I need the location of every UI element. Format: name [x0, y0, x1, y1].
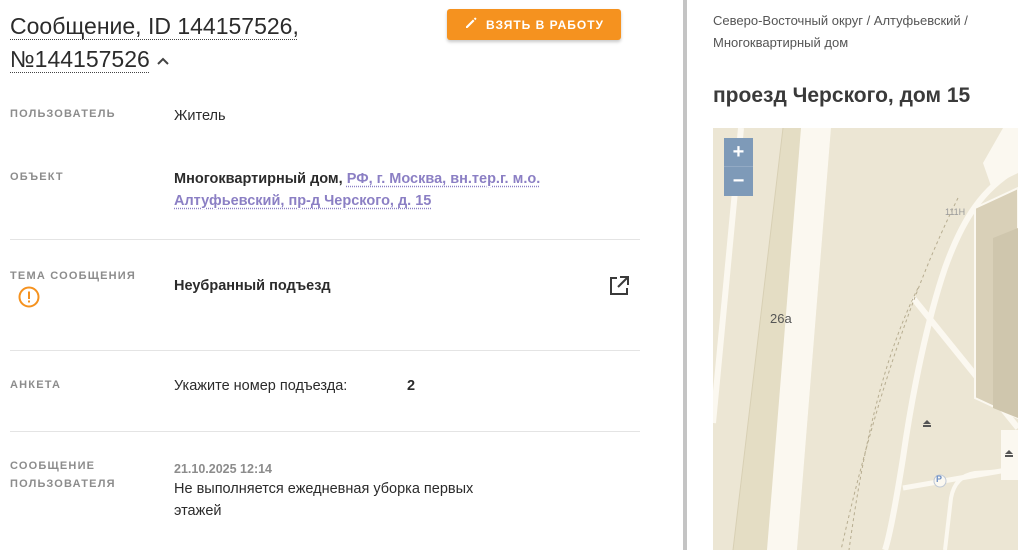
topic-row: ТЕМА СООБЩЕНИЯ Неубранный подъезд [10, 267, 640, 323]
object-row: ОБЪЕКТ Многоквартирный дом, РФ, г. Москв… [10, 168, 640, 214]
breadcrumb-line1: Северо-Восточный округ / Алтуфьевский / [713, 13, 968, 28]
message-label-line1: СООБЩЕНИЕ [10, 460, 96, 472]
user-label: ПОЛЬЗОВАТЕЛЬ [10, 108, 116, 120]
divider [10, 239, 640, 240]
map-label-parking: P [936, 474, 943, 484]
object-address-link-line2[interactable]: Алтуфьевский, пр-д Черского, д. 15 [174, 193, 431, 209]
address-title: проезд Черского, дом 15 [713, 84, 971, 107]
map-label-road: 111Н [945, 207, 966, 217]
zoom-in-button[interactable]: + [724, 138, 753, 167]
map-label-building: 26а [770, 311, 792, 326]
divider [10, 431, 640, 432]
chevron-up-icon[interactable] [156, 42, 170, 75]
message-text-line1: Не выполняется ежедневная уборка первых [174, 481, 474, 497]
page-title: Сообщение, ID 144157526, №144157526 [10, 10, 430, 76]
object-side-panel: Северо-Восточный округ / Алтуфьевский / … [687, 0, 1018, 550]
survey-row: АНКЕТА Укажите номер подъезда: 2 [10, 376, 640, 402]
title-id-text: Сообщение, ID 144157526, [10, 13, 299, 39]
object-type: Многоквартирный дом, [174, 171, 343, 187]
message-text-line2: этажей [174, 503, 222, 519]
title-line-2: №144157526 [10, 43, 430, 76]
object-label: ОБЪЕКТ [10, 171, 64, 183]
message-label-line2: ПОЛЬЗОВАТЕЛЯ [10, 478, 116, 490]
exclamation-circle-icon [18, 286, 40, 313]
message-row: СООБЩЕНИЕ ПОЛЬЗОВАТЕЛЯ 21.10.2025 12:14 … [10, 457, 640, 537]
message-page: Сообщение, ID 144157526, №144157526 ВЗЯТ… [0, 0, 1018, 550]
object-address-link[interactable]: РФ, г. Москва, вн.тер.г. м.о. [347, 171, 541, 187]
pencil-icon [464, 16, 478, 33]
message-label: СООБЩЕНИЕ ПОЛЬЗОВАТЕЛЯ [10, 457, 116, 493]
map[interactable]: 26а 111Н P + − [713, 128, 1018, 550]
title-line-1: Сообщение, ID 144157526, [10, 10, 430, 43]
divider [10, 350, 640, 351]
external-link-icon[interactable] [608, 275, 630, 302]
survey-answer: 2 [407, 378, 416, 394]
topic-label: ТЕМА СООБЩЕНИЯ [10, 270, 137, 282]
user-value: Житель [174, 108, 226, 124]
survey-question: Укажите номер подъезда: [174, 378, 348, 394]
breadcrumb: Северо-Восточный округ / Алтуфьевский / … [713, 10, 1013, 54]
object-value: Многоквартирный дом, РФ, г. Москва, вн.т… [174, 168, 540, 212]
message-date: 21.10.2025 12:14 [174, 462, 273, 476]
survey-label: АНКЕТА [10, 379, 62, 391]
user-row: ПОЛЬЗОВАТЕЛЬ Житель [10, 105, 640, 131]
take-to-work-button[interactable]: ВЗЯТЬ В РАБОТУ [447, 9, 621, 40]
map-zoom-control: + − [724, 138, 753, 196]
message-body: 21.10.2025 12:14 Не выполняется ежедневн… [174, 460, 473, 522]
zoom-out-button[interactable]: − [724, 167, 753, 196]
message-details-panel: Сообщение, ID 144157526, №144157526 ВЗЯТ… [0, 0, 683, 550]
title-number-text: №144157526 [10, 46, 150, 72]
topic-value: Неубранный подъезд [174, 278, 331, 294]
map-canvas [713, 128, 1018, 550]
breadcrumb-line2: Многоквартирный дом [713, 35, 849, 50]
take-to-work-label: ВЗЯТЬ В РАБОТУ [485, 17, 604, 32]
